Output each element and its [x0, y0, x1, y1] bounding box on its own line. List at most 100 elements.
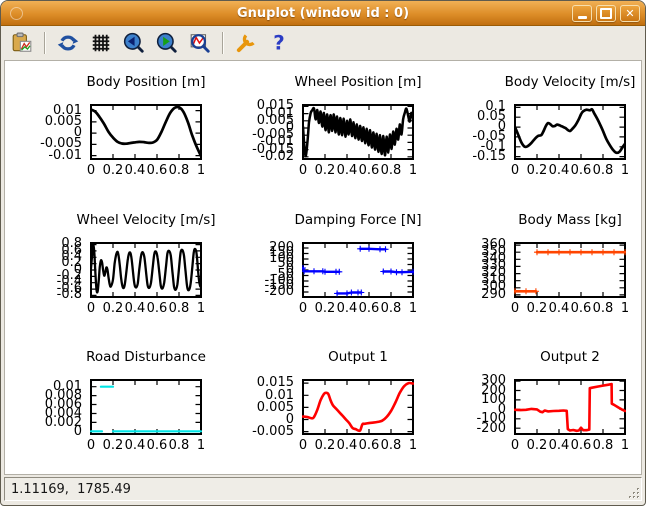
rescale-plot-button[interactable]	[187, 30, 213, 56]
plot-title: Output 2	[540, 349, 600, 366]
x-tick-label: 1	[620, 300, 630, 316]
plot-cell-3[interactable]: Wheel Velocity [m/s] 0.8 0.6 0.4 0.2 0 -0.2 -0.…	[5, 199, 217, 337]
y-tick-label: -0.15	[472, 148, 506, 164]
data-series	[302, 106, 414, 158]
gnuplot-window: Gnuplot (window id : 0) ✕ ? Body Positio…	[0, 0, 646, 506]
data-series	[90, 105, 202, 158]
x-tick-label: 0.8	[380, 300, 402, 316]
x-axis-labels: 0 0.2 0.4 0.6 0.8 1	[299, 300, 418, 318]
plot-cell-6[interactable]: Road Disturbance 0.01 0.008 0.006 0.004 0.002…	[5, 336, 217, 474]
y-tick-label: -0.005	[252, 424, 294, 440]
y-axis-labels: 0.015 0.01 0.005 0 -0.005	[217, 377, 297, 440]
x-tick-label: 0.2	[102, 438, 124, 454]
x-tick-label: 0.2	[526, 163, 548, 178]
copy-to-clipboard-button[interactable]	[9, 30, 35, 56]
plot-title: Body Position [m]	[86, 74, 206, 90]
y-tick-label: -200	[476, 420, 506, 436]
x-tick-label: 0.8	[380, 438, 402, 454]
plot-cell-8[interactable]: Output 2 300 200 100 0 -100 -200 0 0.2 0.4 0.6 0.8 1	[429, 336, 641, 474]
y-tick-label: 290	[481, 286, 506, 302]
plot-body: 0.1 0.05 0 -0.05 -0.1 -0.15	[429, 101, 641, 164]
plot-title-area: Wheel Position [m]	[294, 74, 421, 90]
maximize-button[interactable]	[596, 4, 616, 22]
plot-title-area: Body Velocity [m/s]	[505, 74, 636, 90]
plot-title-area: Output 1	[302, 349, 414, 365]
plot-title: Wheel Velocity [m/s]	[76, 211, 216, 228]
plot-frame	[514, 104, 626, 160]
x-tick-label: 0.2	[314, 438, 336, 454]
x-tick-label: 0	[86, 163, 96, 178]
coordinate-readout: 1.11169, 1785.49	[4, 477, 642, 501]
zoom-next-icon	[156, 32, 177, 53]
y-tick-label: -0.02	[260, 149, 294, 165]
x-tick-label: 0.4	[548, 438, 570, 454]
x-tick-label: 0.8	[168, 438, 190, 454]
resize-grip[interactable]	[627, 486, 641, 500]
plot-cell-4[interactable]: Damping Force [N] 200 150 100 50 0 -50 -100 -150…	[217, 199, 429, 337]
x-tick-label: 1	[620, 438, 630, 454]
y-axis-labels: 360 350 340 330 320 310 300 290	[429, 238, 509, 302]
plot-title-area: Body Position [m]	[87, 74, 206, 90]
x-tick-label: 0.8	[592, 300, 614, 316]
plot-body: 0.015 0.01 0.005 0 -0.005 -0.01 -0.015 -0.02	[217, 100, 429, 165]
y-axis-labels: 0.01 0.005 0 -0.005 -0.01	[5, 104, 85, 162]
window-title: Gnuplot (window id : 0)	[236, 5, 410, 21]
plot-frame	[90, 241, 202, 298]
plot-frame	[302, 104, 414, 160]
window-buttons: ✕	[572, 4, 645, 22]
x-tick-label: 0.8	[592, 163, 614, 178]
y-axis-labels: 0.015 0.01 0.005 0 -0.005 -0.01 -0.015 -0.02	[217, 100, 297, 165]
plot-cell-2[interactable]: Body Velocity [m/s] 0.1 0.05 0 -0.05 -0.1 -0.1…	[429, 61, 641, 199]
x-tick-label: 0.6	[358, 163, 380, 178]
titlebar[interactable]: Gnuplot (window id : 0) ✕	[1, 1, 645, 26]
plot-cell-5[interactable]: Body Mass [kg] 360 350 340 330 320 310 300 290 0 0…	[429, 199, 641, 337]
x-tick-label: 0.6	[570, 163, 592, 178]
plot-cell-1[interactable]: Wheel Position [m] 0.015 0.01 0.005 0 -0.005-…	[217, 61, 429, 199]
x-tick-label: 0.8	[168, 300, 190, 316]
previous-zoom-button[interactable]	[121, 30, 147, 56]
x-tick-label: 0	[298, 438, 308, 454]
options-button[interactable]	[233, 30, 259, 56]
minimize-button[interactable]	[572, 4, 592, 22]
toolbar-separator	[44, 32, 46, 54]
close-button[interactable]: ✕	[620, 4, 640, 22]
x-tick-label: 0.2	[314, 163, 336, 178]
plot-body: 300 200 100 0 -100 -200	[429, 375, 641, 436]
x-tick-label: 1	[408, 300, 418, 316]
plot-title-area: Wheel Velocity [m/s]	[76, 212, 215, 228]
y-tick-label: -200	[264, 283, 294, 299]
plot-canvas[interactable]: Body Position [m] 0.01 0.005 0 -0.005 -0.01 0 0…	[4, 60, 642, 475]
replot-button[interactable]	[55, 30, 81, 56]
x-tick-label: 0.6	[146, 300, 168, 316]
plot-frame	[514, 379, 626, 436]
x-axis-labels: 0 0.2 0.4 0.6 0.8 1	[510, 163, 630, 180]
plot-frame	[302, 379, 414, 436]
help-button[interactable]: ?	[266, 30, 292, 56]
x-tick-label: 0.4	[336, 438, 358, 454]
x-tick-label: 0	[510, 438, 520, 454]
x-tick-label: 0.4	[124, 163, 146, 178]
x-tick-label: 0.2	[314, 300, 336, 316]
data-point-markers	[514, 287, 539, 294]
next-zoom-button[interactable]	[154, 30, 180, 56]
zoom-rescale-icon	[190, 34, 210, 53]
plot-title: Body Velocity [m/s]	[504, 74, 636, 90]
question-mark-icon: ?	[273, 32, 284, 54]
data-series	[302, 382, 414, 433]
minimize-icon	[577, 15, 587, 19]
plot-cell-0[interactable]: Body Position [m] 0.01 0.005 0 -0.005 -0.01 0 0…	[5, 61, 217, 199]
x-tick-label: 0.6	[570, 438, 592, 454]
plot-cell-7[interactable]: Output 1 0.015 0.01 0.005 0 -0.005 0 0.2 0.4 0.6 0…	[217, 336, 429, 474]
plot-frame	[90, 104, 202, 160]
zoom-previous-icon	[123, 32, 144, 53]
x-axis-labels: 0 0.2 0.4 0.6 0.8 1	[510, 438, 630, 455]
x-tick-label: 0.2	[102, 300, 124, 316]
plot-title: Damping Force [N]	[294, 211, 422, 228]
toggle-grid-button[interactable]	[88, 30, 114, 56]
y-axis-labels: 0.8 0.6 0.4 0.2 0 -0.2 -0.4 -0.6 -0.8	[5, 237, 85, 301]
x-tick-label: 1	[620, 163, 630, 178]
x-tick-label: 0	[510, 163, 520, 178]
x-tick-label: 1	[408, 163, 418, 178]
x-tick-label: 0.2	[526, 300, 548, 316]
x-axis-labels: 0 0.2 0.4 0.6 0.8 1	[87, 300, 205, 318]
